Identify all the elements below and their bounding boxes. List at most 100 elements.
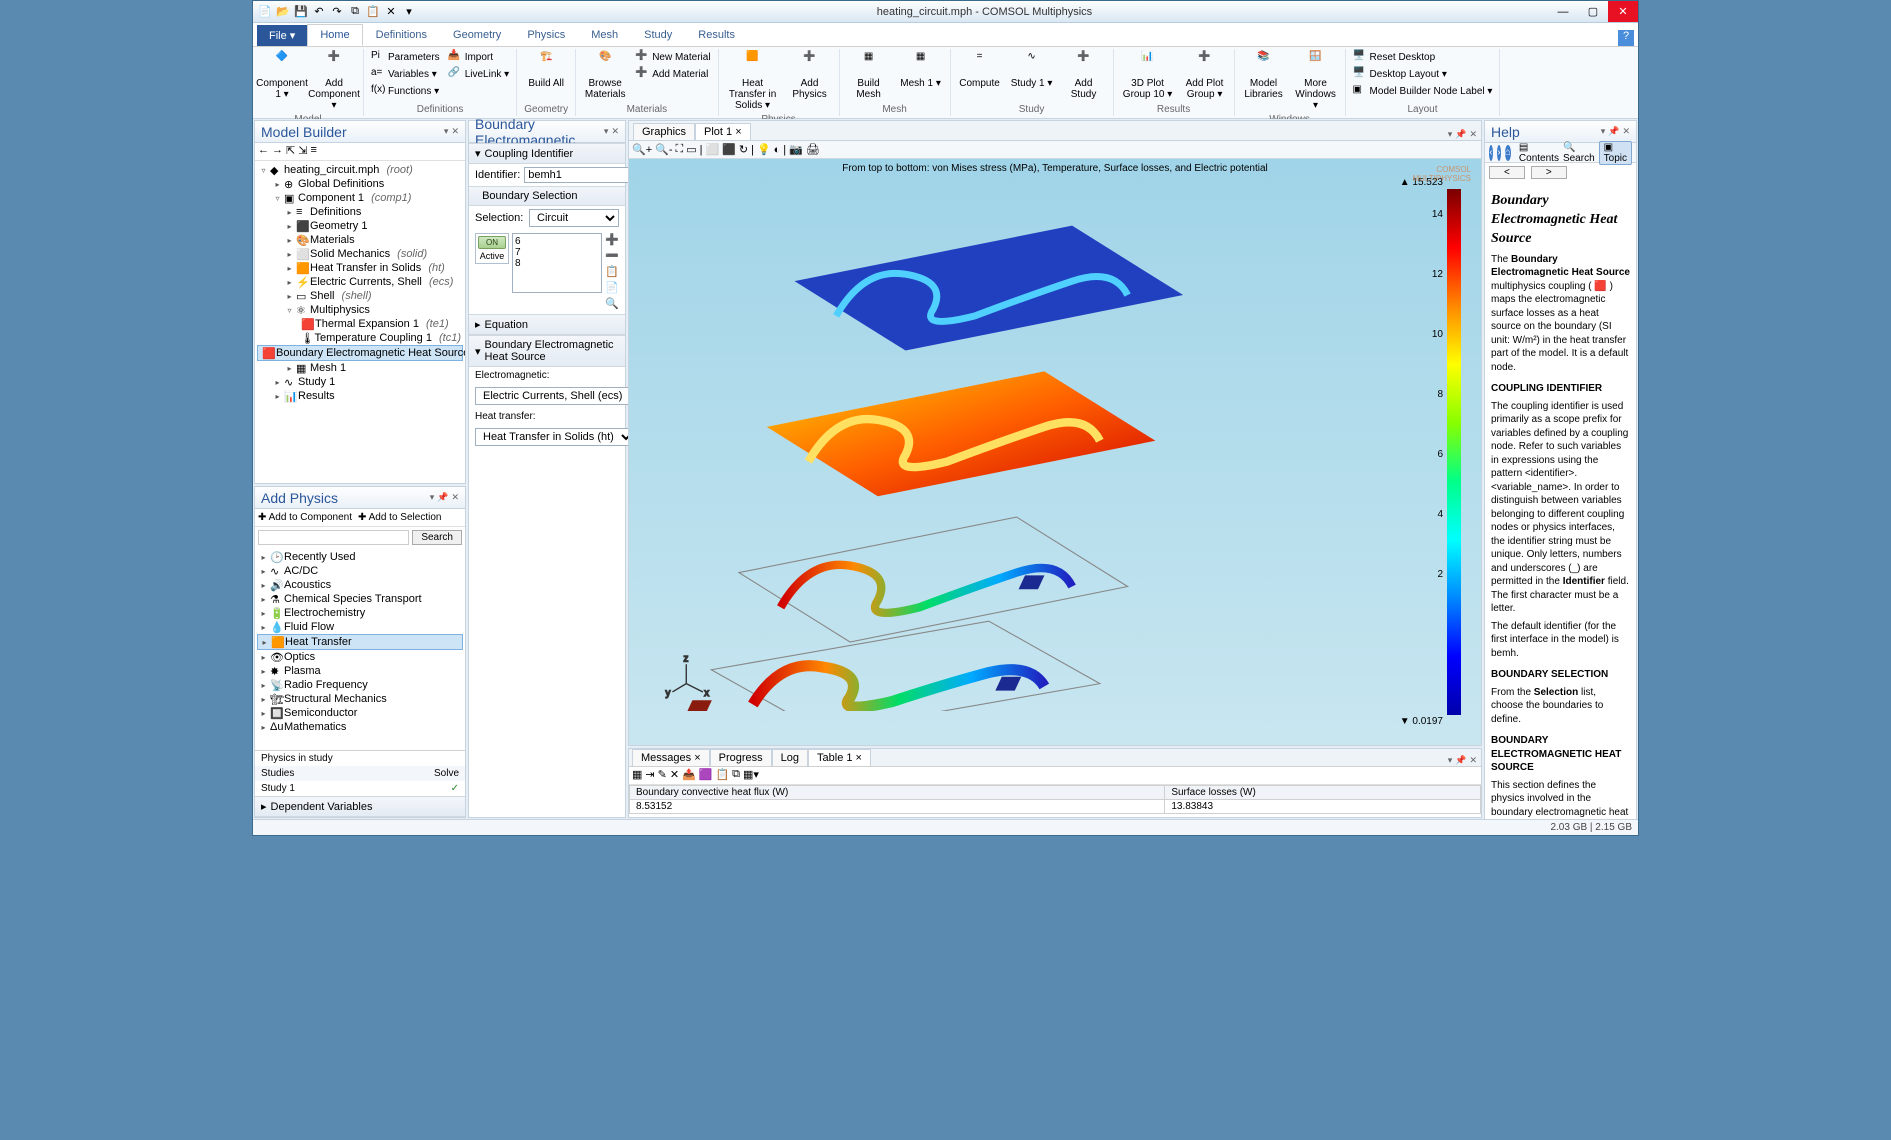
save-icon[interactable]: 💾 — [293, 4, 309, 20]
transparency-icon[interactable]: ◐ — [774, 144, 781, 156]
study1-button[interactable]: ∿Study 1 ▾ — [1007, 49, 1057, 91]
study-row[interactable]: Study 1✓ — [255, 781, 465, 796]
zoom-box-icon[interactable]: ▭ — [686, 143, 696, 156]
search-button[interactable]: Search — [412, 530, 462, 545]
tbl-dup-icon[interactable]: ⧉ — [732, 768, 740, 783]
tab-definitions[interactable]: Definitions — [363, 24, 440, 46]
physics-ht-button[interactable]: 🟧Heat Transfer in Solids ▾ — [723, 49, 783, 113]
sel-copy-icon[interactable]: 📋 — [605, 265, 619, 279]
view-default-icon[interactable]: ⬛ — [722, 143, 736, 156]
help-search-link[interactable]: 🔍 Search — [1563, 142, 1595, 164]
active-toggle[interactable]: ONActive — [475, 233, 509, 264]
zoom-extents-icon[interactable]: ⛶ — [675, 143, 683, 156]
plot-group-button[interactable]: 📊3D Plot Group 10 ▾ — [1118, 49, 1178, 102]
help-back-icon[interactable]: ‹ — [1489, 145, 1493, 161]
model-tree[interactable]: ▿◆heating_circuit.mph (root) ▸⊕Global De… — [255, 161, 465, 483]
browse-materials-button[interactable]: 🎨Browse Materials — [580, 49, 630, 102]
build-all-button[interactable]: 🏗️Build All — [521, 49, 571, 91]
mesh1-button[interactable]: ▦Mesh 1 ▾ — [896, 49, 946, 91]
tab-geometry[interactable]: Geometry — [440, 24, 514, 46]
maximize-button[interactable]: ▢ — [1578, 1, 1608, 22]
add-study-button[interactable]: ➕Add Study — [1059, 49, 1109, 102]
selection-list[interactable]: 6 7 8 — [512, 233, 602, 293]
sel-zoom-icon[interactable]: 🔍 — [605, 297, 619, 311]
new-icon[interactable]: 📄 — [257, 4, 273, 20]
node-label-button[interactable]: ▣Model Builder Node Label ▾ — [1350, 83, 1496, 99]
add-plot-group-button[interactable]: ➕Add Plot Group ▾ — [1180, 49, 1230, 102]
help-next-button[interactable]: > — [1531, 166, 1567, 179]
tree-opts-icon[interactable]: ≡ — [310, 144, 316, 159]
help-contents-link[interactable]: ▤ Contents — [1519, 142, 1559, 164]
new-material-button[interactable]: ➕New Material — [632, 49, 713, 65]
print-icon[interactable]: 🖨 — [806, 143, 820, 156]
tbl-auto-icon[interactable]: ⇥ — [645, 768, 654, 783]
sel-remove-icon[interactable]: ➖ — [605, 249, 619, 263]
boundary-sel-section[interactable]: Boundary Selection — [469, 186, 625, 206]
copy-icon[interactable]: ⧉ — [347, 4, 363, 20]
functions-button[interactable]: f(x)Functions ▾ — [368, 83, 443, 99]
desktop-layout-button[interactable]: 🖥️Desktop Layout ▾ — [1350, 66, 1496, 82]
btab-messages[interactable]: Messages × — [632, 749, 710, 766]
redo-icon[interactable]: ↷ — [329, 4, 345, 20]
delete-icon[interactable]: ✕ — [383, 4, 399, 20]
tbl-eval-icon[interactable]: ✎ — [658, 768, 667, 783]
btab-log[interactable]: Log — [772, 749, 808, 766]
minimize-button[interactable]: — — [1548, 1, 1578, 22]
tab-close-icon[interactable]: × — [735, 126, 741, 138]
physics-search-input[interactable] — [258, 530, 409, 545]
help-home-icon[interactable]: ⌂ — [1505, 145, 1511, 161]
tab-study[interactable]: Study — [631, 24, 685, 46]
physics-list[interactable]: ▸🕑Recently Used ▸∿AC/DC ▸🔊Acoustics ▸⚗Ch… — [255, 548, 465, 750]
nav-fwd-icon[interactable]: → — [272, 144, 283, 159]
more-windows-button[interactable]: 🪟More Windows ▾ — [1291, 49, 1341, 113]
em-select[interactable]: Electric Currents, Shell (ecs) — [475, 387, 643, 405]
reset-desktop-button[interactable]: 🖥️Reset Desktop — [1350, 49, 1496, 65]
tree-item-bemh1[interactable]: 🟥Boundary Electromagnetic Heat Source 1 … — [257, 345, 463, 361]
panel-close-icon[interactable]: ✕ — [451, 126, 459, 137]
dependent-vars-section[interactable]: ▸Dependent Variables — [255, 796, 465, 817]
add-material-button[interactable]: ➕Add Material — [632, 66, 713, 82]
bemh-section[interactable]: ▾Boundary Electromagnetic Heat Source — [469, 335, 625, 367]
compute-button[interactable]: =Compute — [955, 49, 1005, 91]
selection-dropdown[interactable]: Circuit — [529, 209, 619, 227]
model-libraries-button[interactable]: 📚Model Libraries — [1239, 49, 1289, 102]
tbl-color-icon[interactable]: 🟪 — [699, 768, 713, 783]
expand-icon[interactable]: ⇲ — [298, 144, 307, 159]
tbl-copy-icon[interactable]: 📋 — [715, 768, 729, 783]
collapse-icon[interactable]: ⇱ — [286, 144, 295, 159]
variables-button[interactable]: a=Variables ▾ — [368, 66, 443, 82]
gtab-plot1[interactable]: Plot 1 × — [695, 123, 751, 140]
equation-section[interactable]: ▸Equation — [469, 314, 625, 335]
plot-area[interactable]: From top to bottom: von Mises stress (MP… — [629, 159, 1481, 745]
close-button[interactable]: ✕ — [1608, 1, 1638, 22]
import-button[interactable]: 📥Import — [445, 49, 513, 65]
ht-select[interactable]: Heat Transfer in Solids (ht) — [475, 428, 635, 446]
tab-results[interactable]: Results — [685, 24, 748, 46]
panel-menu-icon[interactable]: ▾ — [444, 126, 449, 137]
coupling-id-section[interactable]: ▾Coupling Identifier — [469, 143, 625, 164]
tab-home[interactable]: Home — [307, 24, 362, 46]
dropdown-icon[interactable]: ▾ — [401, 4, 417, 20]
view-xy-icon[interactable]: ⬜ — [705, 143, 719, 156]
zoom-out-icon[interactable]: 🔍- — [655, 143, 672, 156]
help-body[interactable]: Boundary Electromagnetic Heat Source The… — [1485, 182, 1636, 819]
help-topic-button[interactable]: ▣ Topic — [1599, 141, 1632, 165]
btab-table1[interactable]: Table 1 × — [808, 749, 871, 766]
help-icon[interactable]: ? — [1618, 30, 1634, 46]
build-mesh-button[interactable]: ▦Build Mesh — [844, 49, 894, 102]
add-to-component-button[interactable]: ✚ Add to Component — [258, 512, 352, 523]
tbl-clear-icon[interactable]: ✕ — [670, 768, 679, 783]
tbl-full-icon[interactable]: ▦ — [632, 768, 642, 783]
tbl-opts-icon[interactable]: ▦▾ — [743, 768, 759, 783]
paste-icon[interactable]: 📋 — [365, 4, 381, 20]
add-component-button[interactable]: ➕Add Component ▾ — [309, 49, 359, 113]
zoom-in-icon[interactable]: 🔍+ — [632, 143, 652, 156]
parameters-button[interactable]: PiParameters — [368, 49, 443, 65]
rotate-icon[interactable]: ↻ — [739, 143, 748, 156]
file-menu[interactable]: File ▾ — [257, 25, 307, 46]
tab-mesh[interactable]: Mesh — [578, 24, 631, 46]
sel-add-icon[interactable]: ➕ — [605, 233, 619, 247]
add-physics-button[interactable]: ➕Add Physics — [785, 49, 835, 102]
sel-paste-icon[interactable]: 📄 — [605, 281, 619, 295]
light-icon[interactable]: 💡 — [757, 143, 771, 156]
